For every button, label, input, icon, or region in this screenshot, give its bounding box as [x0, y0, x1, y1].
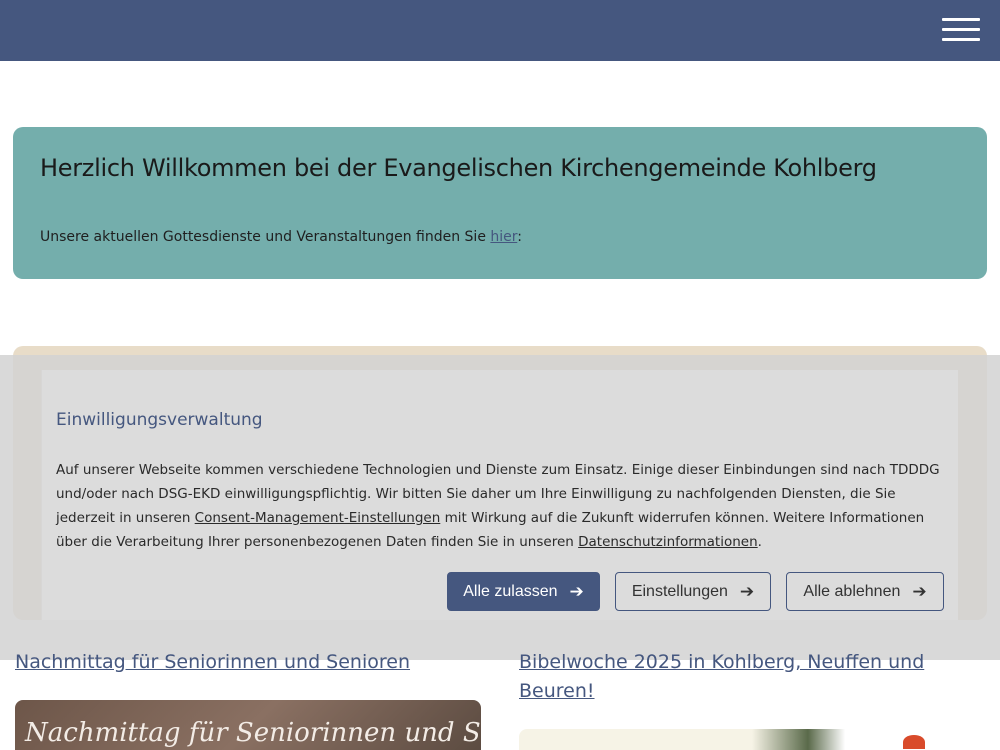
- post-image-bibelwoche[interactable]: [519, 729, 985, 750]
- consent-text-3: .: [757, 534, 762, 550]
- arrow-right-icon: ➔: [569, 581, 584, 602]
- settings-button[interactable]: Einstellungen ➔: [615, 572, 771, 611]
- accept-all-label: Alle zulassen: [463, 582, 558, 600]
- consent-dialog: Einwilligungsverwaltung Auf unserer Webs…: [42, 370, 958, 620]
- welcome-text-before: Unsere aktuellen Gottesdienste und Veran…: [40, 229, 491, 245]
- welcome-link-hier[interactable]: hier: [490, 229, 517, 245]
- welcome-title: Herzlich Willkommen bei der Evangelische…: [40, 154, 877, 182]
- menu-line: [942, 28, 980, 31]
- privacy-info-link[interactable]: Datenschutzinformationen: [578, 534, 758, 550]
- welcome-box: Herzlich Willkommen bei der Evangelische…: [13, 127, 987, 279]
- hamburger-menu-icon[interactable]: [942, 18, 980, 42]
- logo-icon: [903, 735, 925, 749]
- post-title-senioren[interactable]: Nachmittag für Seniorinnen und Senioren: [15, 648, 485, 677]
- menu-line: [942, 18, 980, 21]
- accept-all-button[interactable]: Alle zulassen ➔: [447, 572, 600, 611]
- reject-all-button[interactable]: Alle ablehnen ➔: [786, 572, 944, 611]
- consent-text: Auf unserer Webseite kommen verschiedene…: [56, 458, 946, 554]
- welcome-text: Unsere aktuellen Gottesdienste und Veran…: [40, 229, 522, 245]
- consent-title: Einwilligungsverwaltung: [56, 410, 263, 430]
- reject-all-label: Alle ablehnen: [803, 582, 901, 600]
- post-image-senioren[interactable]: Nachmittag für Seniorinnen und Senioren: [15, 700, 481, 750]
- settings-label: Einstellungen: [631, 582, 728, 600]
- consent-settings-link[interactable]: Consent-Management-Einstellungen: [195, 510, 441, 526]
- welcome-text-after: :: [517, 229, 522, 245]
- arrow-right-icon: ➔: [739, 581, 755, 602]
- site-header: [0, 0, 1000, 61]
- arrow-right-icon: ➔: [912, 581, 927, 602]
- menu-line: [942, 38, 980, 41]
- post-title-bibelwoche[interactable]: Bibelwoche 2025 in Kohlberg, Neuffen und…: [519, 648, 959, 706]
- post-image-caption: Nachmittag für Seniorinnen und Senioren: [25, 718, 481, 748]
